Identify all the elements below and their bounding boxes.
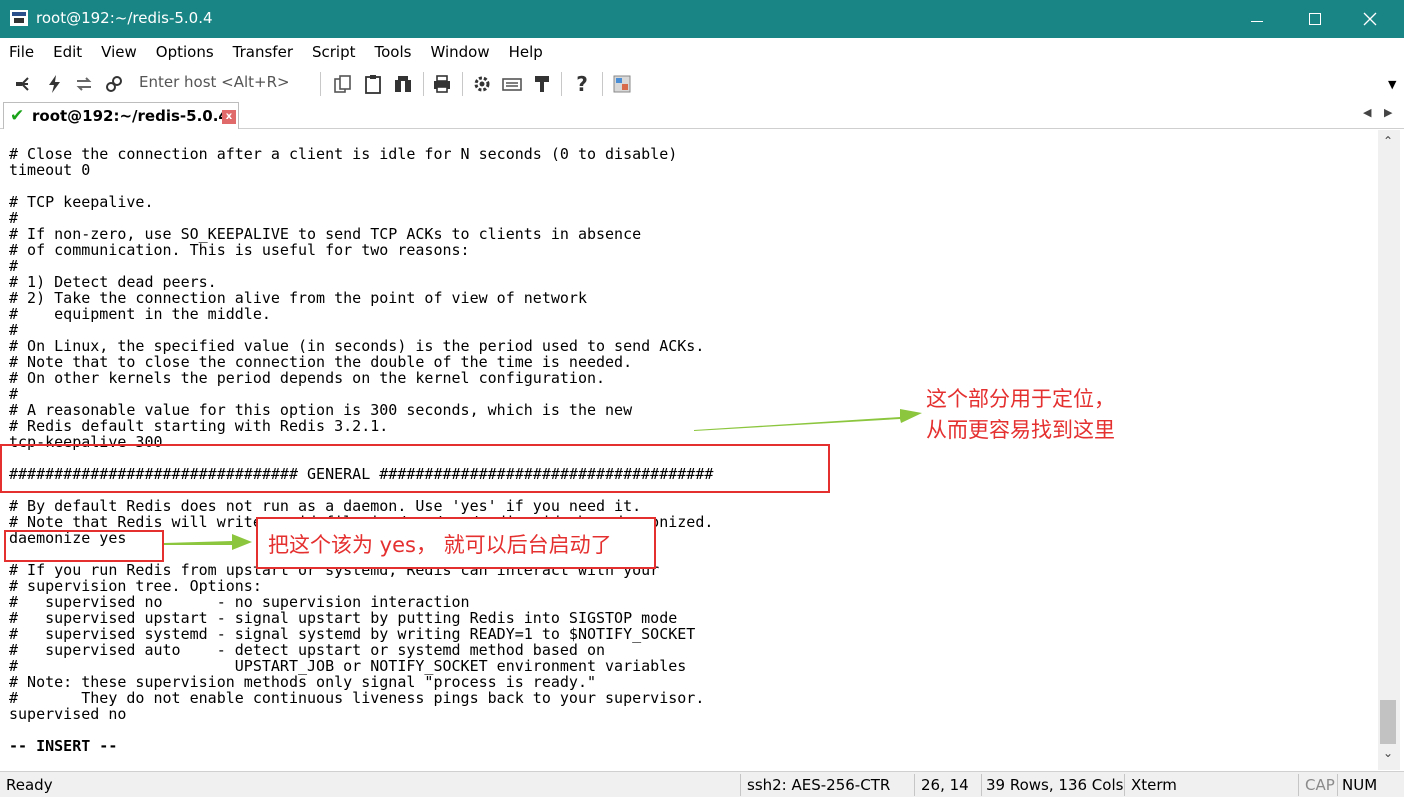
menu-transfer[interactable]: Transfer [233, 43, 293, 61]
status-divider [1124, 774, 1125, 796]
terminal-line: # Note: these supervision methods only s… [9, 673, 596, 691]
general-section-highlight [0, 444, 830, 493]
terminal-line: supervised no [9, 705, 127, 723]
title-bar: root@192:~/redis-5.0.4 [0, 0, 1404, 38]
menu-tools[interactable]: Tools [375, 43, 412, 61]
terminal-line: # TCP keepalive. [9, 193, 154, 211]
quick-connect-icon[interactable] [45, 74, 65, 94]
keymap-icon[interactable] [502, 74, 522, 94]
window-title: root@192:~/redis-5.0.4 [36, 9, 213, 27]
status-term: Xterm [1131, 776, 1177, 794]
disconnect-icon[interactable] [104, 74, 124, 94]
paste-icon[interactable] [363, 74, 383, 94]
terminal-line: # A reasonable value for this option is … [9, 401, 633, 419]
toolbar-overflow-icon[interactable]: ▼ [1388, 78, 1396, 91]
menu-window[interactable]: Window [430, 43, 489, 61]
terminal-line: # Redis default starting with Redis 3.2.… [9, 417, 389, 435]
vertical-scrollbar[interactable]: ⌃ ⌄ [1378, 130, 1400, 770]
terminal-line: # Note that to close the connection the … [9, 353, 633, 371]
status-divider [740, 774, 741, 796]
terminal-line: # 1) Detect dead peers. [9, 273, 217, 291]
status-divider [1337, 774, 1338, 796]
daemonize-highlight [4, 530, 164, 562]
sftp-icon[interactable] [532, 74, 552, 94]
terminal-line: # They do not enable continuous liveness… [9, 689, 705, 707]
toolbar-separator [423, 72, 424, 96]
terminal-line: # Close the connection after a client is… [9, 145, 678, 163]
menu-bar: File Edit View Options Transfer Script T… [0, 38, 1404, 66]
maximize-icon [1309, 13, 1321, 25]
session-tab-label: root@192:~/redis-5.0.4 [32, 107, 229, 125]
status-num: NUM [1342, 776, 1378, 794]
menu-edit[interactable]: Edit [53, 43, 82, 61]
connected-check-icon: ✔ [10, 106, 25, 126]
terminal-line: # 2) Take the connection alive from the … [9, 289, 587, 307]
toolbar-separator [561, 72, 562, 96]
close-icon [1363, 12, 1377, 26]
scrollbar-thumb[interactable] [1380, 700, 1396, 744]
tab-scroll-left-icon[interactable]: ◀ [1363, 106, 1371, 119]
terminal-line: # [9, 321, 19, 339]
locate-note-line1: 这个部分用于定位， [926, 387, 1115, 411]
maximize-button[interactable] [1292, 0, 1338, 38]
terminal-line: timeout 0 [9, 161, 91, 179]
terminal-line: # [9, 209, 19, 227]
tab-strip: ✔ root@192:~/redis-5.0.4 x [0, 100, 1404, 129]
daemonize-note: 把这个该为 yes， 就可以后台启动了 [268, 533, 612, 557]
scroll-down-icon[interactable]: ⌄ [1383, 746, 1393, 760]
menu-options[interactable]: Options [156, 43, 214, 61]
menu-view[interactable]: View [101, 43, 137, 61]
terminal-line: # [9, 257, 19, 275]
status-divider [914, 774, 915, 796]
terminal-line: # [9, 385, 19, 403]
status-ready: Ready [6, 776, 53, 794]
find-icon[interactable] [393, 74, 413, 94]
terminal-line: # supervision tree. Options: [9, 577, 262, 595]
minimize-button[interactable] [1234, 0, 1280, 38]
minimize-icon [1251, 20, 1263, 22]
terminal-line: # supervised systemd - signal systemd by… [9, 625, 696, 643]
settings-icon[interactable] [472, 74, 492, 94]
terminal-line: # of communication. This is useful for t… [9, 241, 470, 259]
menu-script[interactable]: Script [312, 43, 356, 61]
toolbar: Enter host <Alt+R> ? ▼ [0, 66, 1404, 100]
tab-close-button[interactable]: x [222, 110, 236, 124]
toolbar-separator [462, 72, 463, 96]
scroll-up-icon[interactable]: ⌃ [1383, 134, 1393, 148]
print-icon[interactable] [432, 74, 452, 94]
terminal-line: # equipment in the middle. [9, 305, 271, 323]
status-cap: CAP [1305, 776, 1335, 794]
status-divider [1298, 774, 1299, 796]
help-icon[interactable]: ? [572, 74, 592, 94]
status-cursor: 26, 14 [921, 776, 969, 794]
status-bar: Ready ssh2: AES-256-CTR 26, 14 39 Rows, … [0, 771, 1404, 797]
copy-icon[interactable] [333, 74, 353, 94]
connect-icon[interactable] [14, 74, 34, 94]
status-size: 39 Rows, 136 Cols [986, 776, 1124, 794]
toolbar-separator [602, 72, 603, 96]
locate-note-line2: 从而更容易找到这里 [926, 418, 1115, 442]
menu-file[interactable]: File [9, 43, 34, 61]
terminal-line: # By default Redis does not run as a dae… [9, 497, 642, 515]
toolbar-separator [320, 72, 321, 96]
tab-scroll-right-icon[interactable]: ▶ [1384, 106, 1392, 119]
vim-mode-indicator: -- INSERT -- [9, 737, 118, 755]
terminal-line: # supervised upstart - signal upstart by… [9, 609, 678, 627]
app-icon [10, 10, 28, 26]
reconnect-icon[interactable] [74, 74, 94, 94]
status-cipher: ssh2: AES-256-CTR [747, 776, 891, 794]
status-divider [981, 774, 982, 796]
close-window-button[interactable] [1347, 0, 1393, 38]
terminal-line: # If non-zero, use SO_KEEPALIVE to send … [9, 225, 642, 243]
terminal-line: # On Linux, the specified value (in seco… [9, 337, 705, 355]
terminal-line: # On other kernels the period depends on… [9, 369, 606, 387]
screen-icon[interactable] [612, 74, 632, 94]
terminal-line: # UPSTART_JOB or NOTIFY_SOCKET environme… [9, 657, 687, 675]
menu-help[interactable]: Help [509, 43, 543, 61]
terminal-line: # supervised auto - detect upstart or sy… [9, 641, 606, 659]
session-tab[interactable]: ✔ root@192:~/redis-5.0.4 x [3, 102, 239, 129]
terminal-line: # supervised no - no supervision interac… [9, 593, 470, 611]
enter-host-input[interactable]: Enter host <Alt+R> [139, 73, 290, 91]
